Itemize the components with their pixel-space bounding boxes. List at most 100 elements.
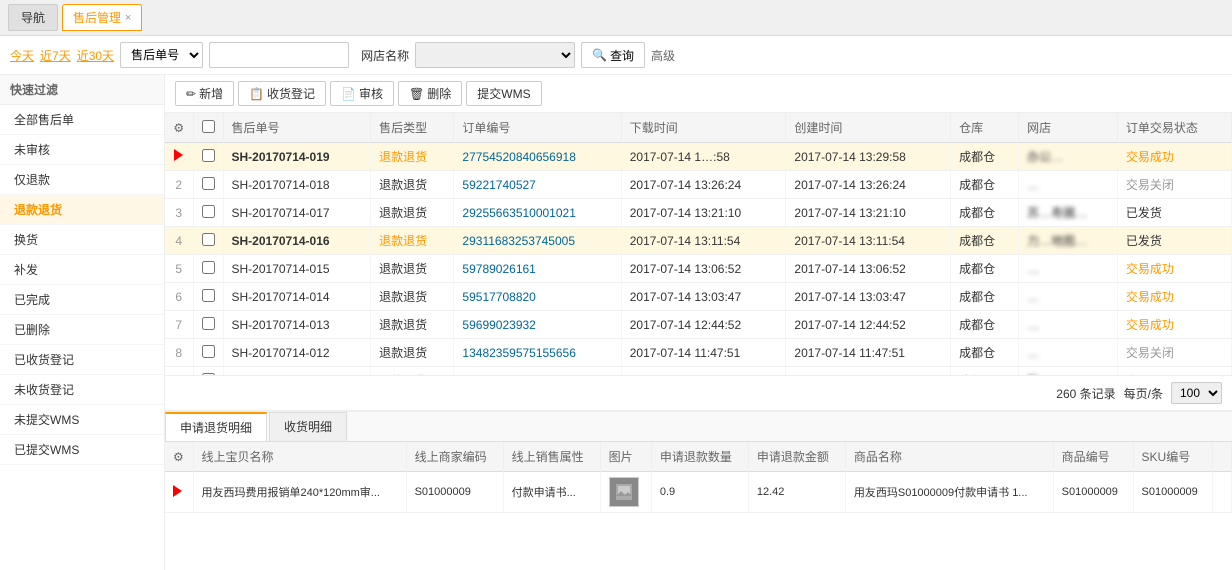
table-row-type: 退款退货 <box>371 143 454 171</box>
table-row-order: 27754520840656918 <box>454 143 621 171</box>
sidebar-item-refund-only[interactable]: 仅退款 <box>0 165 164 195</box>
sidebar-item-not-received[interactable]: 未收货登记 <box>0 375 164 405</box>
page-size-select[interactable]: 100 50 20 <box>1171 382 1222 404</box>
table-area: ⚙ 售后单号 售后类型 订单编号 下载时间 创建时间 仓库 网店 订单交易状态 <box>165 113 1232 375</box>
sidebar: 快速过滤 全部售后单 未审核 仅退款 退款退货 换货 补发 已完成 已删除 已收… <box>0 75 165 570</box>
sidebar-item-submitted-wms[interactable]: 已提交WMS <box>0 435 164 465</box>
audit-icon: 📄 <box>341 87 356 101</box>
per-page-label: 每页/条 <box>1124 385 1163 402</box>
total-records: 260 条记录 <box>1056 385 1115 402</box>
main-layout: 快速过滤 全部售后单 未审核 仅退款 退款退货 换货 补发 已完成 已删除 已收… <box>0 75 1232 570</box>
table-row-checkbox[interactable] <box>193 227 223 255</box>
table-row-id: SH-20170714-012 <box>223 339 371 367</box>
bottom-table-area: ⚙ 线上宝贝名称 线上商家编码 线上销售属性 图片 申请退款数量 申请退款金额 … <box>165 442 1232 570</box>
table-row-checkbox[interactable] <box>193 171 223 199</box>
table-row-checkbox[interactable] <box>193 199 223 227</box>
tab-close-icon[interactable]: × <box>125 12 131 24</box>
table-row-checkbox[interactable] <box>193 283 223 311</box>
table-row-download: 2017-07-14 11:47:51 <box>621 339 786 367</box>
table-row-order: 29311683253745005 <box>454 227 621 255</box>
search-input[interactable] <box>209 42 349 68</box>
today-btn[interactable]: 今天 <box>10 47 34 64</box>
col-order-num: 订单编号 <box>454 113 621 143</box>
bottom-col-gear[interactable]: ⚙ <box>165 442 193 472</box>
col-download-time: 下载时间 <box>621 113 786 143</box>
sidebar-item-pending-audit[interactable]: 未审核 <box>0 135 164 165</box>
col-gear[interactable]: ⚙ <box>165 113 193 143</box>
table-row-type: 退款退货 <box>371 339 454 367</box>
table-row-shop: … <box>1019 255 1118 283</box>
table-row-warehouse: 成都仓 <box>951 367 1019 376</box>
table-row-download: 2017-07-14 13:26:24 <box>621 171 786 199</box>
table-row-checkbox[interactable] <box>193 367 223 376</box>
bottom-col-extra <box>1213 442 1232 472</box>
table-row-order: 59699023932 <box>454 311 621 339</box>
advanced-button[interactable]: 高级 <box>651 47 675 64</box>
table-row-num: 3 <box>165 199 193 227</box>
table-row-shop: 致… <box>1019 367 1118 376</box>
sidebar-item-exchange[interactable]: 换货 <box>0 225 164 255</box>
table-row-shop: … <box>1019 171 1118 199</box>
receipt-button[interactable]: 📋 收货登记 <box>238 81 326 106</box>
table-row-type: 退款退货 <box>371 367 454 376</box>
table-row-shop: … <box>1019 283 1118 311</box>
table-row-download: 2017-07-14 11:46:14 <box>621 367 786 376</box>
table-row-created: 2017-07-14 13:26:24 <box>786 171 951 199</box>
table-row-num: 7 <box>165 311 193 339</box>
shop-select[interactable] <box>415 42 575 68</box>
table-row-download: 2017-07-14 13:06:52 <box>621 255 786 283</box>
shop-label: 网店名称 <box>361 47 409 64</box>
nav-button[interactable]: 导航 <box>8 4 58 31</box>
table-row-warehouse: 成都仓 <box>951 311 1019 339</box>
bottom-col-name: 线上宝贝名称 <box>193 442 406 472</box>
bottom-row-sku: S01000009 <box>1133 472 1213 513</box>
table-row-created: 2017-07-14 13:06:52 <box>786 255 951 283</box>
action-bar: ✏ 新增 📋 收货登记 📄 审核 🗑 删除 提交WMS <box>165 75 1232 113</box>
col-shop: 网店 <box>1019 113 1118 143</box>
select-all-checkbox[interactable] <box>202 120 215 133</box>
table-row-order: 59221740527 <box>454 171 621 199</box>
last30-btn[interactable]: 近30天 <box>77 47 114 64</box>
bottom-row-goods-code: S01000009 <box>1053 472 1133 513</box>
table-row-num: 5 <box>165 255 193 283</box>
table-row-download: 2017-07-14 12:44:52 <box>621 311 786 339</box>
sidebar-item-refund-return[interactable]: 退款退货 <box>0 195 164 225</box>
tab-refund-detail[interactable]: 申请退货明细 <box>165 412 267 441</box>
field-select[interactable]: 售后单号 <box>120 42 203 68</box>
tab-label: 售后管理 <box>73 9 121 26</box>
bottom-section: 申请退货明细 收货明细 ⚙ 线上宝贝名称 线上商家编码 线上销售属性 图片 申请… <box>165 410 1232 570</box>
table-row-id: SH-20170714-013 <box>223 311 371 339</box>
sidebar-item-received[interactable]: 已收货登记 <box>0 345 164 375</box>
content-area: ✏ 新增 📋 收货登记 📄 审核 🗑 删除 提交WMS <box>165 75 1232 570</box>
table-row-num: 8 <box>165 339 193 367</box>
table-row-type: 退款退货 <box>371 199 454 227</box>
query-button[interactable]: 🔍 查询 <box>581 42 645 68</box>
sidebar-item-completed[interactable]: 已完成 <box>0 285 164 315</box>
bottom-row-qty: 0.9 <box>651 472 748 513</box>
table-row-checkbox[interactable] <box>193 255 223 283</box>
active-tab[interactable]: 售后管理 × <box>62 4 142 31</box>
last7-btn[interactable]: 近7天 <box>40 47 71 64</box>
delete-button[interactable]: 🗑 删除 <box>398 81 462 106</box>
bottom-row-amount: 12.42 <box>748 472 845 513</box>
submit-wms-button[interactable]: 提交WMS <box>466 81 541 106</box>
table-row-created: 2017-07-14 11:47:51 <box>786 339 951 367</box>
table-row-checkbox[interactable] <box>193 143 223 171</box>
table-row-order: 11867039442742533 <box>454 367 621 376</box>
trash-icon: 🗑 <box>409 87 424 101</box>
tab-receipt-detail[interactable]: 收货明细 <box>269 412 347 441</box>
add-button[interactable]: ✏ 新增 <box>175 81 234 106</box>
table-row-checkbox[interactable] <box>193 311 223 339</box>
table-row-checkbox[interactable] <box>193 339 223 367</box>
table-row-status: 交易关闭 <box>1117 339 1231 367</box>
sidebar-item-all[interactable]: 全部售后单 <box>0 105 164 135</box>
table-row-num: 4 <box>165 227 193 255</box>
table-row-shop: 力…地图… <box>1019 227 1118 255</box>
sidebar-item-reissue[interactable]: 补发 <box>0 255 164 285</box>
audit-button[interactable]: 📄 审核 <box>330 81 394 106</box>
sidebar-item-deleted[interactable]: 已删除 <box>0 315 164 345</box>
bottom-col-goods-name: 商品名称 <box>845 442 1053 472</box>
table-row-created: 2017-07-14 12:44:52 <box>786 311 951 339</box>
table-row-created: 2017-07-14 13:03:47 <box>786 283 951 311</box>
sidebar-item-not-submitted-wms[interactable]: 未提交WMS <box>0 405 164 435</box>
